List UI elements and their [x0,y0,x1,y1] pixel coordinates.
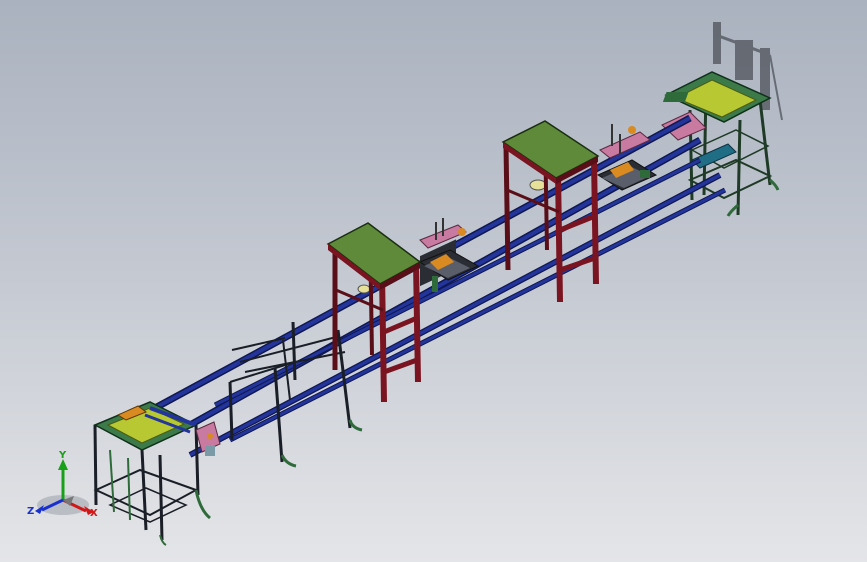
conveyor-assembly-model: Y X Z [27,22,783,546]
x-axis-label: X [90,508,98,519]
z-axis-label: Z [27,506,34,517]
cad-viewport[interactable]: Y X Z [0,0,867,562]
coordinate-triad: Y X Z [27,450,98,519]
y-axis-label: Y [58,450,67,461]
end-station-left[interactable] [93,401,221,546]
